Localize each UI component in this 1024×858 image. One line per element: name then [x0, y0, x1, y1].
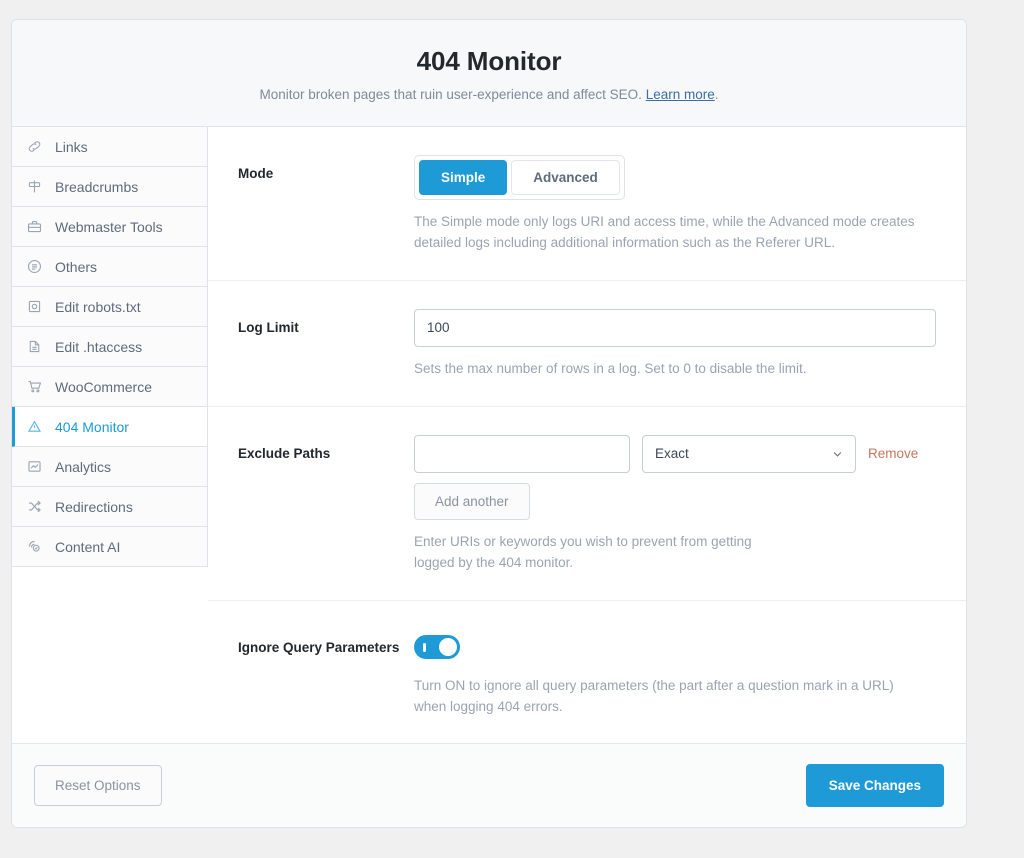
- exclude-path-match-select[interactable]: Exact: [642, 434, 856, 473]
- card-footer: Reset Options Save Changes: [12, 743, 966, 828]
- sidebar-item-webmaster-tools[interactable]: Webmaster Tools: [12, 207, 208, 247]
- sidebar-item-content-ai[interactable]: Content AI: [12, 527, 208, 567]
- card-body: Links Breadcrumbs Webmaster Tools Others…: [12, 127, 966, 744]
- list-circle-icon: [25, 257, 44, 276]
- subtitle-text-after: .: [714, 87, 719, 102]
- sidebar-item-label: Content AI: [55, 538, 121, 555]
- sidebar-item-label: Breadcrumbs: [55, 178, 139, 195]
- log-limit-control: Sets the max number of rows in a log. Se…: [414, 308, 936, 380]
- sidebar-item-breadcrumbs[interactable]: Breadcrumbs: [12, 167, 208, 207]
- sidebar-item-label: WooCommerce: [55, 378, 152, 395]
- shuffle-icon: [25, 497, 44, 516]
- add-another-button[interactable]: Add another: [414, 482, 530, 520]
- learn-more-link[interactable]: Learn more: [646, 87, 715, 102]
- sidebar-item-label: Edit robots.txt: [55, 298, 141, 315]
- sidebar-item-edit-robots-txt[interactable]: Edit robots.txt: [12, 287, 208, 327]
- chart-icon: [25, 457, 44, 476]
- sidebar-item-redirections[interactable]: Redirections: [12, 487, 208, 527]
- exclude-path-input-wrap: [414, 434, 630, 473]
- signpost-icon: [25, 177, 44, 196]
- mode-toggle-group: Simple Advanced: [414, 155, 625, 200]
- settings-content: Mode Simple Advanced The Simple mode onl…: [208, 127, 966, 744]
- page-subtitle: Monitor broken pages that ruin user-expe…: [32, 87, 946, 102]
- exclude-paths-label: Exclude Paths: [238, 445, 331, 461]
- toolbox-icon: [25, 217, 44, 236]
- mode-option-advanced[interactable]: Advanced: [511, 160, 620, 195]
- field-row-ignore-query-parameters: Ignore Query Parameters Turn ON to ignor…: [208, 601, 966, 744]
- settings-card: 404 Monitor Monitor broken pages that ru…: [11, 19, 967, 829]
- log-limit-input[interactable]: [414, 308, 936, 347]
- document-icon: [25, 337, 44, 356]
- sidebar-item-analytics[interactable]: Analytics: [12, 447, 208, 487]
- page-title: 404 Monitor: [416, 46, 562, 76]
- sidebar-item-label: 404 Monitor: [55, 418, 129, 435]
- robots-file-icon: [25, 297, 44, 316]
- sidebar-item-label: Links: [55, 138, 88, 155]
- sidebar-item-edit-htaccess[interactable]: Edit .htaccess: [12, 327, 208, 367]
- mode-option-simple[interactable]: Simple: [419, 160, 508, 195]
- sidebar-item-label: Analytics: [55, 458, 112, 475]
- mode-help-text: The Simple mode only logs URI and access…: [414, 214, 915, 250]
- reset-options-button[interactable]: Reset Options: [34, 765, 162, 807]
- card-header: 404 Monitor Monitor broken pages that ru…: [12, 20, 966, 127]
- exclude-paths-control: Exact Remove Add another Enter URIs or k…: [414, 434, 936, 574]
- log-limit-help-text: Sets the max number of rows in a log. Se…: [414, 360, 807, 376]
- page-root: 404 Monitor Monitor broken pages that ru…: [0, 0, 1024, 858]
- ignore-query-parameters-help-text: Turn ON to ignore all query parameters (…: [414, 677, 894, 714]
- sidebar-item-label: Webmaster Tools: [55, 218, 163, 235]
- ignore-query-parameters-toggle[interactable]: [414, 634, 460, 659]
- warning-triangle-icon: [25, 417, 44, 436]
- toggle-bar-icon: [423, 642, 426, 652]
- sidebar-item-others[interactable]: Others: [12, 247, 208, 287]
- exclude-path-input[interactable]: [414, 434, 630, 473]
- settings-sidebar: Links Breadcrumbs Webmaster Tools Others…: [12, 127, 208, 567]
- field-row-mode: Mode Simple Advanced The Simple mode onl…: [208, 127, 966, 281]
- field-row-log-limit: Log Limit Sets the max number of rows in…: [208, 281, 966, 407]
- remove-exclude-path-link[interactable]: Remove: [868, 446, 918, 461]
- content-ai-icon: [25, 537, 44, 556]
- sidebar-item-label: Edit .htaccess: [55, 338, 143, 355]
- sidebar-item-links[interactable]: Links: [12, 127, 208, 167]
- sidebar-item-label: Redirections: [55, 498, 133, 515]
- field-row-exclude-paths: Exclude Paths Exact Remove Add another E…: [208, 407, 966, 601]
- sidebar-item-label: Others: [55, 258, 98, 275]
- sidebar-item-404-monitor[interactable]: 404 Monitor: [12, 407, 208, 447]
- mode-label: Mode: [238, 166, 274, 181]
- log-limit-label: Log Limit: [238, 319, 299, 335]
- mode-control: Simple Advanced The Simple mode only log…: [414, 155, 936, 254]
- ignore-query-parameters-control: Turn ON to ignore all query parameters (…: [414, 629, 936, 718]
- save-changes-button[interactable]: Save Changes: [805, 764, 944, 808]
- subtitle-text-before: Monitor broken pages that ruin user-expe…: [259, 87, 646, 102]
- cart-icon: [25, 377, 44, 396]
- exclude-path-row: Exact Remove: [414, 434, 936, 473]
- sidebar-item-woocommerce[interactable]: WooCommerce: [12, 367, 208, 407]
- ignore-query-parameters-label: Ignore Query Parameters: [238, 639, 400, 655]
- link-icon: [25, 137, 44, 156]
- exclude-paths-help-text: Enter URIs or keywords you wish to preve…: [414, 533, 752, 570]
- exclude-path-match-select-wrap: Exact: [642, 434, 856, 473]
- exclude-path-match-value: Exact: [655, 446, 689, 462]
- toggle-knob: [439, 637, 457, 656]
